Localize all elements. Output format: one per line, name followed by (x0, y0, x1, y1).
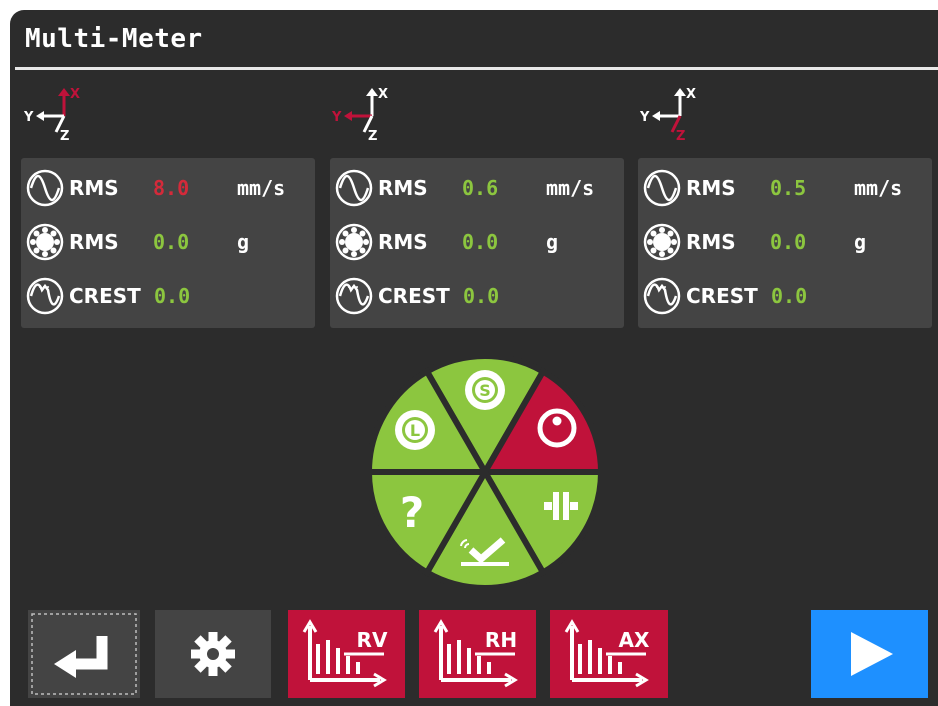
settings-button[interactable] (155, 610, 271, 698)
title-divider (15, 67, 938, 70)
metric-label: CREST (69, 284, 141, 308)
spectrum-axis-label: AX (619, 628, 650, 652)
axis-z-label: Z (60, 129, 69, 144)
rms-velocity-row: RMS 0.6 mm/s (330, 166, 624, 210)
metric-unit: g (854, 230, 867, 254)
spectrum-ax-button[interactable]: AX (550, 610, 668, 698)
sine-wave-icon (643, 169, 681, 207)
bearing-icon (643, 223, 681, 261)
rms-acceleration-row: RMS 0.0 g (638, 220, 932, 264)
rms-velocity-row: RMS 8.0 mm/s (21, 166, 315, 210)
bearing-s-letter: S (479, 381, 491, 400)
measurement-panel-2[interactable]: RMS 0.6 mm/s RMS 0.0 g CREST 0.0 (330, 158, 624, 328)
spectrum-rh-button[interactable]: RH (419, 610, 536, 698)
metric-value: 0.0 (463, 284, 500, 308)
metric-label: CREST (686, 284, 758, 308)
crest-wave-icon (335, 277, 373, 315)
axis-x-label: X (686, 87, 696, 102)
axis-z-label: Z (368, 129, 377, 144)
crest-row: CREST 0.0 (21, 274, 315, 318)
metric-value: 0.0 (153, 230, 190, 254)
axis-orientation-icon-3: X Y Z (640, 87, 696, 144)
bearing-icon (335, 223, 373, 261)
axis-y-label: Y (640, 110, 650, 125)
crest-row: CREST 0.0 (638, 274, 932, 318)
metric-label: CREST (378, 284, 450, 308)
axis-z-label: Z (676, 129, 685, 144)
crest-wave-icon (643, 277, 681, 315)
page-title: Multi-Meter (25, 24, 203, 54)
metric-label: RMS (69, 230, 119, 254)
measurement-panel-1[interactable]: RMS 8.0 mm/s RMS 0.0 g CREST 0.0 (21, 158, 315, 328)
metric-unit: mm/s (546, 176, 595, 200)
metric-unit: g (237, 230, 250, 254)
axis-orientation-icon-1: X Y Z (24, 87, 80, 144)
bearing-l-letter: L (410, 421, 420, 440)
spectrum-axis-label: RH (485, 628, 517, 652)
metric-label: RMS (378, 230, 428, 254)
metric-value: 0.0 (770, 230, 807, 254)
question-icon: ? (400, 488, 424, 537)
diagnostic-wheel: S ? L (369, 356, 601, 588)
metric-value: 8.0 (153, 176, 190, 200)
metric-value: 0.0 (154, 284, 191, 308)
rms-acceleration-row: RMS 0.0 g (21, 220, 315, 264)
device-screen: Multi-Meter X Y Z X Y Z X Y Z RMS 8.0 mm… (10, 10, 938, 706)
metric-value: 0.6 (462, 176, 499, 200)
rms-velocity-row: RMS 0.5 mm/s (638, 166, 932, 210)
metric-unit: mm/s (854, 176, 903, 200)
metric-value: 0.0 (771, 284, 808, 308)
back-button[interactable] (28, 610, 140, 698)
measurement-panel-3[interactable]: RMS 0.5 mm/s RMS 0.0 g CREST 0.0 (638, 158, 932, 328)
axis-y-label: Y (24, 110, 34, 125)
metric-label: RMS (686, 176, 736, 200)
axis-x-label: X (378, 87, 388, 102)
gear-icon (191, 632, 235, 676)
play-button[interactable] (811, 610, 928, 698)
metric-unit: g (546, 230, 559, 254)
axis-orientation-icon-2: X Y Z (332, 87, 388, 144)
metric-label: RMS (686, 230, 736, 254)
metric-value: 0.0 (462, 230, 499, 254)
metric-label: RMS (69, 176, 119, 200)
axis-x-label: X (70, 87, 80, 102)
metric-label: RMS (378, 176, 428, 200)
metric-unit: mm/s (237, 176, 286, 200)
sine-wave-icon (335, 169, 373, 207)
spectrum-rv-button[interactable]: RV (288, 610, 405, 698)
bearing-s-icon: S (465, 370, 505, 410)
bearing-l-icon: L (395, 410, 435, 450)
spectrum-axis-label: RV (357, 628, 388, 652)
bearing-icon (26, 223, 64, 261)
sine-wave-icon (26, 169, 64, 207)
axis-y-label: Y (332, 110, 342, 125)
rms-acceleration-row: RMS 0.0 g (330, 220, 624, 264)
metric-value: 0.5 (770, 176, 807, 200)
crest-wave-icon (26, 277, 64, 315)
crest-row: CREST 0.0 (330, 274, 624, 318)
